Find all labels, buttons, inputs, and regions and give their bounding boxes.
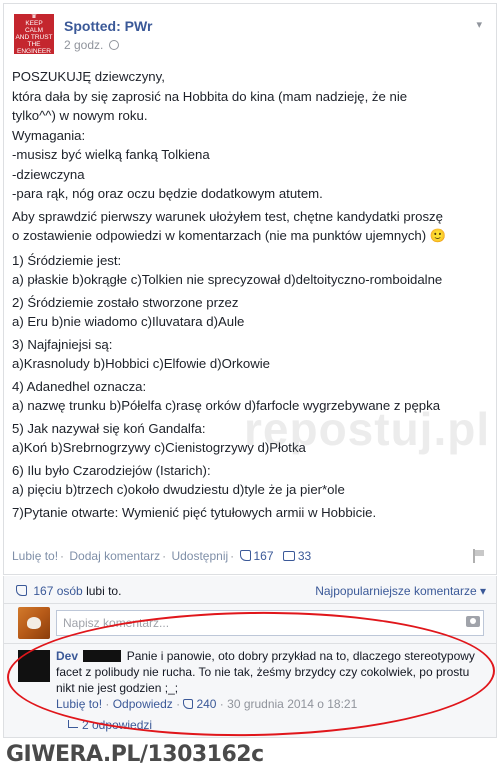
share-link[interactable]: Udostępnij [171,549,228,563]
question: 4) Adanedhel oznacza: [12,378,147,394]
final-question: 7)Pytanie otwarte: Wymienić pięć tytułow… [12,504,377,520]
avatar-text: AND TRUST [15,33,53,41]
comment-bubble-icon [282,551,295,561]
giwera-watermark: GIWERA.PL/1303162c [6,742,264,767]
post-line: POSZUKUJĘ dziewczyny, [12,69,165,84]
answer: a)Krasnoludy b)Hobbici c)Elfowie d)Orkow… [12,356,270,371]
post-time[interactable]: 2 godz. [64,38,119,52]
avatar-text: THE [27,40,41,48]
user-avatar [18,607,50,639]
post-intro: Aby sprawdzić pierwszy warunek ułożyłem … [12,208,443,224]
post-time-text[interactable]: 2 godz. [64,38,103,52]
flag-icon[interactable] [473,549,485,563]
avatar-text: KEEP [25,19,43,27]
page-name[interactable]: Spotted: PWr [64,18,152,34]
post-intro: o zostawienie odpowiedzi w komentarzach … [12,228,447,243]
globe-icon [108,40,119,50]
likes-suffix: lubi to. [86,584,122,598]
post-card: ♛ KEEP CALM AND TRUST THE ENGINEER Spott… [3,3,497,575]
question: 2) Śródziemie zostało stworzone przez [12,294,239,310]
question: 3) Najfajniejsi są: [12,336,113,352]
avatar-text: CALM [24,26,44,34]
likes-summary: 167 osób lubi to. [16,584,121,598]
post-line: -dziewczyna [12,166,85,182]
chevron-down-icon[interactable]: ▾ [476,18,482,31]
thumbs-up-icon [16,585,27,596]
camera-icon[interactable] [466,616,480,627]
answer: a) pięciu b)trzech c)około dwudziestu d)… [12,482,345,497]
post-line: tylko^^) w nowym roku. [12,108,148,123]
avatar-text: ENGINEER [17,47,51,55]
post-line: Wymagania: [12,127,86,143]
answer: a) płaskie b)okrągłe c)Tolkien nie sprec… [12,272,443,287]
repostuj-watermark: repostuj.pl [244,403,491,455]
question: 6) Ilu było Czarodziejów (Istarich): [12,462,211,478]
post-line: -para rąk, nóg oraz oczu będzie dodatkow… [12,186,323,201]
answer: a) Eru b)nie wiadomo c)Iluvatara d)Aule [12,314,245,329]
likes-count[interactable]: 167 [254,549,274,563]
like-link[interactable]: Lubię to! [12,549,58,563]
comments-count[interactable]: 33 [298,549,311,563]
add-comment-link[interactable]: Dodaj komentarz [69,549,160,563]
post-actions: Lubię to! · Dodaj komentarz · Udostępnij · … [12,549,490,563]
post-header: ♛ KEEP CALM AND TRUST THE ENGINEER Spott… [14,13,484,56]
likes-people-link[interactable]: 167 osób [33,584,82,598]
question: 1) Śródziemie jest: [12,252,122,268]
comment-sort-dropdown[interactable]: Najpopularniejsze komentarze ▾ [315,584,486,598]
thumbs-up-icon [239,550,251,561]
post-line: która dała by się zaprosić na Hobbita do… [12,88,408,104]
likes-bar: 167 osób lubi to. Najpopularniejsze kome… [3,576,497,604]
reply-arrow-icon [68,720,78,728]
post-line: -musisz być wielką fanką Tolkiena [12,147,210,162]
page-avatar[interactable]: ♛ KEEP CALM AND TRUST THE ENGINEER [14,13,54,55]
